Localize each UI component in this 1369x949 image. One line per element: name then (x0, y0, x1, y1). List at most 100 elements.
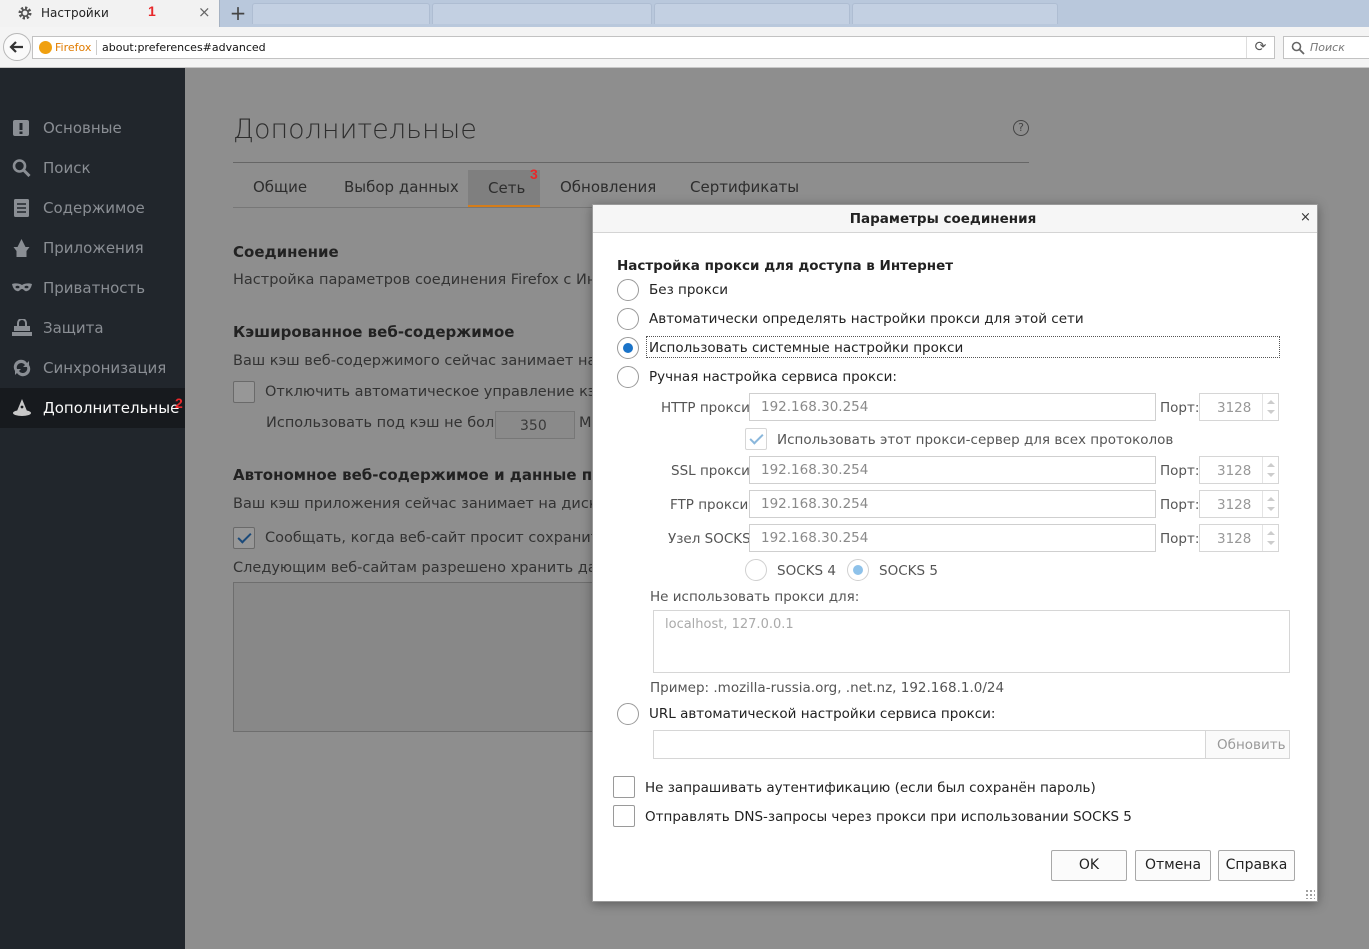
cache-size-input[interactable]: 350 (495, 411, 575, 439)
annotation-3: 3 (530, 166, 538, 182)
cancel-button[interactable]: Отмена (1135, 850, 1211, 881)
no-auth-prompt-checkbox[interactable] (613, 776, 635, 798)
close-icon[interactable]: × (1300, 210, 1311, 225)
tab-general[interactable]: Общие (253, 178, 307, 196)
cache-heading: Кэшированное веб-содержимое (233, 323, 515, 341)
background-tab[interactable] (252, 3, 430, 24)
url-separator (96, 40, 97, 55)
firefox-logo-icon (39, 41, 52, 54)
ftp-port-stepper[interactable] (1262, 491, 1278, 517)
background-tab[interactable] (852, 3, 1058, 24)
ok-button[interactable]: OK (1051, 850, 1127, 881)
system-proxy-label: Использовать системные настройки прокси (649, 340, 964, 356)
general-icon (13, 120, 29, 136)
http-port-input[interactable]: 3128 (1199, 393, 1279, 421)
ssl-proxy-input[interactable]: 192.168.30.254 (749, 456, 1156, 484)
radio-system-proxy[interactable] (617, 337, 639, 359)
pac-url-input[interactable] (653, 730, 1206, 759)
site-identity[interactable]: Firefox (55, 41, 91, 54)
sidebar-item-applications[interactable]: Приложения (0, 228, 185, 268)
sidebar-item-advanced[interactable]: Дополнительные (0, 388, 185, 428)
no-proxy-for-input[interactable]: localhost, 127.0.0.1 (653, 610, 1290, 673)
tab-certificates[interactable]: Сертификаты (690, 178, 799, 196)
http-proxy-value: 192.168.30.254 (761, 399, 869, 415)
background-tab[interactable] (432, 3, 652, 24)
tab-data-choices[interactable]: Выбор данных (344, 178, 459, 196)
offline-notify-checkbox[interactable] (233, 527, 255, 549)
pac-reload-button[interactable]: Обновить (1205, 730, 1290, 759)
url-bar[interactable]: Firefox about:preferences#advanced ⟳ (32, 36, 1275, 59)
browser-tab-title: Настройки (41, 6, 109, 20)
radio-auto-detect[interactable] (617, 308, 639, 330)
ssl-port-input[interactable]: 3128 (1199, 456, 1279, 484)
reload-icon[interactable]: ⟳ (1246, 37, 1274, 58)
ftp-port-value: 3128 (1217, 497, 1252, 513)
search-input[interactable]: Поиск (1283, 36, 1369, 59)
socks-port-input[interactable]: 3128 (1199, 524, 1279, 552)
sidebar-item-search[interactable]: Поиск (0, 148, 185, 188)
sidebar-item-label: Поиск (43, 159, 91, 177)
no-proxy-example: Пример: .mozilla-russia.org, .net.nz, 19… (650, 680, 1005, 696)
socks5-label: SOCKS 5 (879, 563, 938, 579)
browser-tab-settings[interactable]: Настройки × (0, 0, 220, 27)
radio-pac-url[interactable] (617, 703, 639, 725)
ftp-port-input[interactable]: 3128 (1199, 490, 1279, 518)
cache-text: Ваш кэш веб-содержимого сейчас занимает … (233, 353, 629, 369)
advanced-wizard-hat-icon (13, 399, 31, 416)
cache-unit: М (579, 415, 592, 431)
cache-override-checkbox[interactable] (233, 381, 255, 403)
ssl-proxy-value: 192.168.30.254 (761, 462, 869, 478)
search-placeholder: Поиск (1310, 41, 1345, 54)
close-tab-icon[interactable]: × (198, 3, 211, 21)
offline-notify-label: Сообщать, когда веб-сайт просит сохранит… (265, 530, 632, 546)
ssl-proxy-label: SSL прокси: (671, 463, 755, 479)
sidebar-item-security[interactable]: Защита (0, 308, 185, 348)
connection-heading: Соединение (233, 243, 339, 261)
radio-no-proxy[interactable] (617, 279, 639, 301)
new-tab-button[interactable]: + (229, 1, 247, 25)
offline-sites-list[interactable] (233, 582, 633, 732)
radio-socks5[interactable] (847, 559, 869, 581)
socks-port-stepper[interactable] (1262, 525, 1278, 551)
no-proxy-for-label: Не использовать прокси для: (650, 589, 860, 605)
cache-override-label: Отключить автоматическое управление кэше… (265, 384, 629, 400)
sidebar-item-general[interactable]: Основные (0, 108, 185, 148)
socks-host-input[interactable]: 192.168.30.254 (749, 524, 1156, 552)
pac-url-label: URL автоматической настройки сервиса про… (649, 706, 996, 722)
sidebar-item-label: Защита (43, 319, 104, 337)
help-icon[interactable]: ? (1013, 120, 1029, 136)
tab-updates[interactable]: Обновления (560, 178, 656, 196)
manual-proxy-label: Ручная настройка сервиса прокси: (649, 369, 897, 385)
sidebar-item-privacy[interactable]: Приватность (0, 268, 185, 308)
socks-dns-checkbox[interactable] (613, 805, 635, 827)
http-port-stepper[interactable] (1262, 394, 1278, 420)
security-icon (12, 319, 32, 336)
share-proxy-checkbox[interactable] (745, 428, 767, 450)
http-proxy-input[interactable]: 192.168.30.254 (749, 393, 1156, 421)
socks4-label: SOCKS 4 (777, 563, 836, 579)
socks-host-value: 192.168.30.254 (761, 530, 869, 546)
resize-grip[interactable] (1305, 889, 1315, 899)
http-proxy-label: HTTP прокси: (661, 400, 755, 416)
http-port-value: 3128 (1217, 400, 1252, 416)
back-button[interactable] (3, 33, 31, 61)
dialog-titlebar[interactable]: Параметры соединения × (593, 205, 1317, 233)
radio-socks4[interactable] (745, 559, 767, 581)
background-tab[interactable] (654, 3, 850, 24)
radio-manual-proxy[interactable] (617, 366, 639, 388)
sync-icon (13, 359, 31, 377)
annotation-2: 2 (175, 395, 183, 411)
url-text[interactable]: about:preferences#advanced (102, 41, 266, 54)
applications-icon (13, 239, 30, 257)
preferences-sidebar: Основные Поиск Содержимое Приложения При… (0, 68, 185, 949)
no-proxy-for-value: localhost, 127.0.0.1 (665, 617, 794, 632)
sidebar-item-content[interactable]: Содержимое (0, 188, 185, 228)
cache-limit-label: Использовать под кэш не более (266, 415, 513, 431)
help-button[interactable]: Справка (1218, 850, 1295, 881)
socks-port-label: Порт: (1160, 531, 1200, 547)
ftp-proxy-input[interactable]: 192.168.30.254 (749, 490, 1156, 518)
sidebar-item-label: Синхронизация (43, 359, 167, 377)
offline-heading: Автономное веб-содержимое и данные польз… (233, 466, 642, 484)
sidebar-item-sync[interactable]: Синхронизация (0, 348, 185, 388)
ssl-port-stepper[interactable] (1262, 457, 1278, 483)
